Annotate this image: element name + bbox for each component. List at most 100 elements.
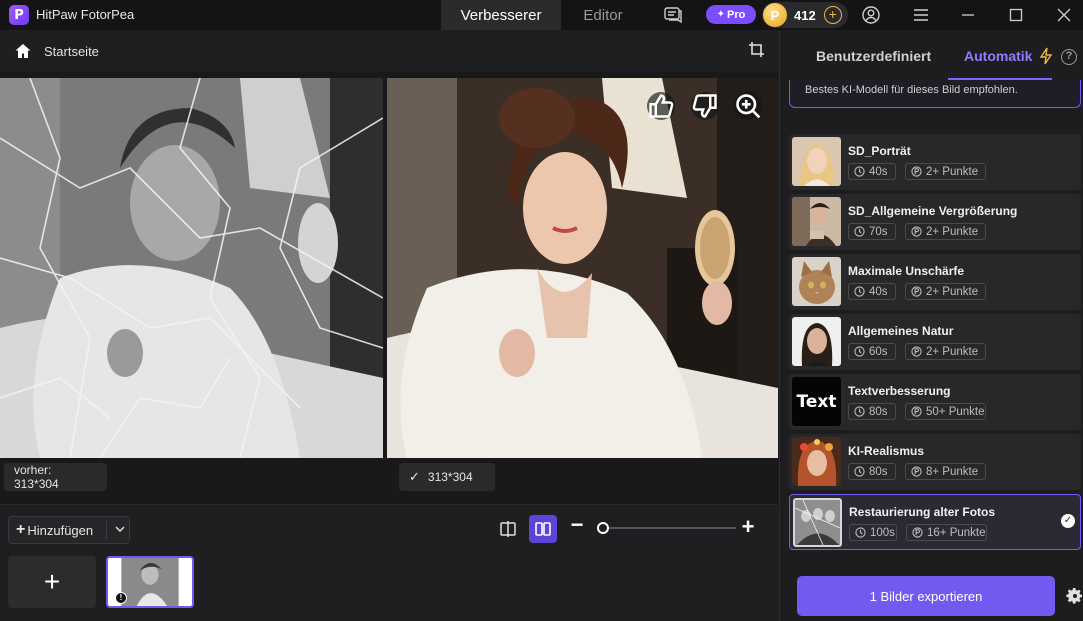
chat-icon[interactable] xyxy=(663,5,683,25)
pro-badge[interactable]: ✦ Pro xyxy=(706,5,756,24)
tab-benutzerdefiniert[interactable]: Benutzerdefiniert xyxy=(816,48,931,64)
breadcrumb[interactable]: Startseite xyxy=(44,44,99,59)
model-thumbnail xyxy=(792,137,841,186)
points-badge: 2+ Punkte xyxy=(905,223,986,240)
crop-icon[interactable] xyxy=(748,41,766,59)
zoom-slider-thumb[interactable] xyxy=(597,522,609,534)
time-badge: 40s xyxy=(848,163,896,180)
plus-icon: + xyxy=(16,521,26,538)
sparkle-icon: ✦ xyxy=(716,9,726,20)
points-coin-icon xyxy=(911,466,922,477)
clock-icon xyxy=(854,286,865,297)
user-icon[interactable] xyxy=(861,5,881,25)
after-size-label: ✓ 313*304 xyxy=(399,463,495,491)
points-coin-icon xyxy=(911,406,922,417)
before-size-label: vorher: 313*304 xyxy=(4,463,107,491)
model-item-allgemeines-natur[interactable]: Allgemeines Natur 60s 2+ Punkte xyxy=(789,314,1081,370)
like-button[interactable] xyxy=(647,92,675,120)
points-badge: 16+ Punkte xyxy=(906,524,987,541)
model-item-textverbesserung[interactable]: Text Textverbesserung 80s 50+ Punkte xyxy=(789,374,1081,430)
model-name: Restaurierung alter Fotos xyxy=(849,505,996,519)
zoom-button[interactable] xyxy=(734,92,762,120)
after-image xyxy=(387,78,778,458)
text-sample: Text xyxy=(796,391,837,412)
before-image xyxy=(0,78,383,458)
info-icon[interactable]: ! xyxy=(115,592,127,604)
clock-icon xyxy=(855,527,866,538)
compare-view-icon xyxy=(500,521,516,537)
add-button[interactable]: + Hinzufügen xyxy=(8,516,130,544)
points-badge: 8+ Punkte xyxy=(905,463,986,480)
model-thumbnail xyxy=(792,437,841,486)
thumbs-down-icon xyxy=(692,94,717,118)
time-badge: 100s xyxy=(849,524,897,541)
tab-editor[interactable]: Editor xyxy=(561,0,645,30)
model-name: SD_Allgemeine Vergrößerung xyxy=(848,204,1018,218)
model-item-maximale-unschaerfe[interactable]: Maximale Unschärfe 40s 2+ Punkte xyxy=(789,254,1081,310)
split-view-button[interactable] xyxy=(529,515,557,543)
clock-icon xyxy=(854,226,865,237)
gear-icon[interactable] xyxy=(1066,587,1083,605)
clock-icon xyxy=(854,166,865,177)
compare-view-button[interactable] xyxy=(494,515,522,543)
preview-canvas: vorher: 313*304 ✓ 313*304 xyxy=(0,72,778,504)
points-coin-icon xyxy=(911,286,922,297)
clock-icon xyxy=(854,466,865,477)
time-badge: 80s xyxy=(848,403,896,420)
help-icon[interactable]: ? xyxy=(1061,49,1077,65)
zoom-in-icon xyxy=(736,94,761,119)
dislike-button[interactable] xyxy=(691,92,719,120)
points-badge: 50+ Punkte xyxy=(905,403,986,420)
minimize-icon[interactable] xyxy=(958,5,978,25)
panel-footer: 1 Bilder exportieren xyxy=(780,571,1083,621)
points-coin-icon xyxy=(911,346,922,357)
selected-check-icon: ✓ xyxy=(1061,514,1075,528)
points-coin-icon xyxy=(911,226,922,237)
model-thumbnail: Text xyxy=(792,377,841,426)
recommendation-hint: Bestes KI-Modell für dieses Bild empfohl… xyxy=(789,80,1081,108)
close-icon[interactable] xyxy=(1054,5,1074,25)
model-item-sd-allgemeine-vergroesserung[interactable]: SD_Allgemeine Vergrößerung 70s 2+ Punkte xyxy=(789,194,1081,250)
points-coin-icon xyxy=(911,166,922,177)
points-badge: 2+ Punkte xyxy=(905,343,986,360)
add-image-tile[interactable]: + xyxy=(8,556,96,608)
model-item-ki-realismus[interactable]: KI-Realismus 80s 8+ Punkte xyxy=(789,434,1081,490)
zoom-in-button[interactable]: + xyxy=(739,516,757,538)
model-thumbnail xyxy=(792,197,841,246)
chevron-down-icon[interactable] xyxy=(113,522,127,536)
app-logo-icon: P xyxy=(9,5,29,25)
model-item-restaurierung-alter-fotos[interactable]: Restaurierung alter Fotos 100s 16+ Punkt… xyxy=(789,494,1081,550)
model-panel: Benutzerdefiniert Automatik ? Bestes KI-… xyxy=(779,30,1083,621)
home-icon[interactable] xyxy=(14,42,32,60)
model-list: SD_Porträt 40s 2+ Punkte SD_Allgemeine V… xyxy=(789,134,1083,554)
zoom-slider-track[interactable] xyxy=(598,527,736,529)
clock-icon xyxy=(854,346,865,357)
coin-balance[interactable]: P 412 + xyxy=(762,2,848,28)
time-badge: 70s xyxy=(848,223,896,240)
model-name: KI-Realismus xyxy=(848,444,925,458)
image-thumbnail[interactable]: ! xyxy=(106,556,194,608)
menu-icon[interactable] xyxy=(911,5,931,25)
zoom-out-button[interactable]: − xyxy=(569,514,585,536)
title-bar: P HitPaw FotorPea Verbesserer Editor ✦ Pr… xyxy=(0,0,1083,30)
export-button[interactable]: 1 Bilder exportieren xyxy=(797,576,1055,616)
points-coin-icon xyxy=(912,527,923,538)
split-view-icon xyxy=(535,522,551,536)
points-badge: 2+ Punkte xyxy=(905,163,986,180)
tab-automatik[interactable]: Automatik xyxy=(964,48,1032,64)
check-icon: ✓ xyxy=(409,469,420,484)
tab-verbesserer[interactable]: Verbesserer xyxy=(441,0,561,30)
model-item-sd-portraet[interactable]: SD_Porträt 40s 2+ Punkte xyxy=(789,134,1081,190)
time-badge: 80s xyxy=(848,463,896,480)
app-title: HitPaw FotorPea xyxy=(36,7,135,22)
model-name: Maximale Unschärfe xyxy=(848,264,965,278)
model-thumbnail xyxy=(792,257,841,306)
model-thumbnail xyxy=(793,498,842,547)
model-name: Textverbesserung xyxy=(848,384,951,398)
thumbs-up-icon xyxy=(649,94,674,118)
points-badge: 2+ Punkte xyxy=(905,283,986,300)
add-coins-icon[interactable]: + xyxy=(823,6,842,24)
bottom-toolbar: + Hinzufügen − + + ! xyxy=(0,504,778,621)
lightning-icon xyxy=(1039,47,1053,65)
maximize-icon[interactable] xyxy=(1006,5,1026,25)
